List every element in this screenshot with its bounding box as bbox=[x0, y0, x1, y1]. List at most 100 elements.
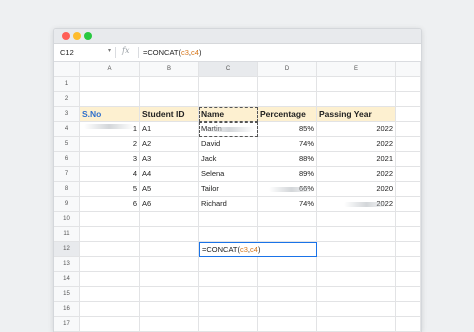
row-number[interactable]: 9 bbox=[54, 197, 80, 212]
column-header-c[interactable]: C bbox=[199, 62, 258, 77]
cell-percentage[interactable]: 74% bbox=[258, 137, 317, 152]
cell-percentage[interactable]: 85% bbox=[258, 122, 317, 137]
cell[interactable] bbox=[258, 212, 317, 227]
row-number[interactable]: 5 bbox=[54, 137, 80, 152]
cell[interactable] bbox=[80, 242, 140, 257]
row-number[interactable]: 15 bbox=[54, 287, 80, 302]
cell[interactable] bbox=[396, 302, 421, 317]
cell[interactable] bbox=[199, 302, 258, 317]
cell[interactable] bbox=[258, 287, 317, 302]
cell-passing-year[interactable]: 2020 bbox=[317, 182, 396, 197]
cell[interactable] bbox=[140, 227, 199, 242]
cell-name[interactable]: Tailor bbox=[199, 182, 258, 197]
cell-passing-year[interactable]: 2022 bbox=[317, 197, 396, 212]
formula-input[interactable]: =CONCAT(c3,c4) bbox=[143, 48, 201, 57]
cell[interactable] bbox=[396, 92, 421, 107]
cell[interactable] bbox=[140, 302, 199, 317]
maximize-window-button[interactable] bbox=[84, 32, 92, 40]
cell-percentage[interactable]: 89% bbox=[258, 167, 317, 182]
cell[interactable] bbox=[199, 272, 258, 287]
cell[interactable] bbox=[317, 77, 396, 92]
cell-passing-year[interactable]: 2022 bbox=[317, 122, 396, 137]
row-number[interactable]: 10 bbox=[54, 212, 80, 227]
cell[interactable] bbox=[396, 197, 421, 212]
cell-sno[interactable]: 3 bbox=[80, 152, 140, 167]
cell[interactable] bbox=[258, 272, 317, 287]
cell[interactable] bbox=[396, 287, 421, 302]
row-number[interactable]: 17 bbox=[54, 317, 80, 332]
column-header-a[interactable]: A bbox=[80, 62, 140, 77]
cell[interactable] bbox=[317, 287, 396, 302]
cell[interactable] bbox=[199, 92, 258, 107]
header-percentage[interactable]: Percentage bbox=[258, 107, 317, 122]
cell[interactable] bbox=[80, 272, 140, 287]
cell[interactable] bbox=[80, 77, 140, 92]
cell[interactable] bbox=[140, 257, 199, 272]
cell[interactable] bbox=[140, 272, 199, 287]
cell[interactable] bbox=[396, 137, 421, 152]
row-number[interactable]: 4 bbox=[54, 122, 80, 137]
cell-sno[interactable]: 1 bbox=[80, 122, 140, 137]
cell[interactable] bbox=[80, 317, 140, 332]
cell[interactable] bbox=[317, 227, 396, 242]
row-number[interactable]: 11 bbox=[54, 227, 80, 242]
cell[interactable] bbox=[317, 92, 396, 107]
cell[interactable] bbox=[317, 242, 396, 257]
cell[interactable] bbox=[396, 212, 421, 227]
cell-sno[interactable]: 4 bbox=[80, 167, 140, 182]
cell-student-id[interactable]: A4 bbox=[140, 167, 199, 182]
cell[interactable] bbox=[80, 257, 140, 272]
cell[interactable] bbox=[258, 302, 317, 317]
cell-name[interactable]: Martin bbox=[199, 122, 258, 137]
cell[interactable] bbox=[396, 182, 421, 197]
cell[interactable] bbox=[140, 242, 199, 257]
cell-name[interactable]: Richard bbox=[199, 197, 258, 212]
cell[interactable] bbox=[140, 212, 199, 227]
cell[interactable] bbox=[258, 77, 317, 92]
cell[interactable] bbox=[317, 317, 396, 332]
row-number[interactable]: 8 bbox=[54, 182, 80, 197]
cell[interactable] bbox=[317, 302, 396, 317]
cell[interactable] bbox=[199, 317, 258, 332]
cell-percentage[interactable]: 66% bbox=[258, 182, 317, 197]
cell[interactable] bbox=[258, 227, 317, 242]
cell[interactable] bbox=[396, 317, 421, 332]
header-name[interactable]: Name bbox=[199, 107, 258, 122]
cell[interactable] bbox=[317, 212, 396, 227]
cell-student-id[interactable]: A2 bbox=[140, 137, 199, 152]
cell[interactable] bbox=[140, 77, 199, 92]
cell[interactable] bbox=[396, 107, 421, 122]
row-number[interactable]: 12 bbox=[54, 242, 80, 257]
select-all-corner[interactable] bbox=[54, 62, 80, 77]
row-number[interactable]: 16 bbox=[54, 302, 80, 317]
cell[interactable] bbox=[396, 167, 421, 182]
cell[interactable] bbox=[396, 77, 421, 92]
row-number[interactable]: 2 bbox=[54, 92, 80, 107]
cell-passing-year[interactable]: 2022 bbox=[317, 137, 396, 152]
cell-passing-year[interactable]: 2021 bbox=[317, 152, 396, 167]
cell[interactable] bbox=[396, 272, 421, 287]
cell[interactable] bbox=[80, 302, 140, 317]
header-student-id[interactable]: Student ID bbox=[140, 107, 199, 122]
cell[interactable] bbox=[199, 287, 258, 302]
row-number[interactable]: 3 bbox=[54, 107, 80, 122]
cell[interactable] bbox=[317, 272, 396, 287]
cell[interactable] bbox=[140, 287, 199, 302]
name-box[interactable]: C12 bbox=[60, 48, 74, 57]
row-number[interactable]: 7 bbox=[54, 167, 80, 182]
cell[interactable] bbox=[396, 122, 421, 137]
cell-percentage[interactable]: 74% bbox=[258, 197, 317, 212]
column-header-d[interactable]: D bbox=[258, 62, 317, 77]
cell-student-id[interactable]: A5 bbox=[140, 182, 199, 197]
cell[interactable] bbox=[80, 227, 140, 242]
active-cell-editor[interactable]: =CONCAT(c3,c4) bbox=[199, 242, 317, 257]
chevron-down-icon[interactable]: ▾ bbox=[108, 47, 111, 54]
cell[interactable] bbox=[317, 257, 396, 272]
cell-sno[interactable]: 6 bbox=[80, 197, 140, 212]
cell[interactable] bbox=[199, 77, 258, 92]
cell[interactable] bbox=[80, 212, 140, 227]
column-header-b[interactable]: B bbox=[140, 62, 199, 77]
cell-sno[interactable]: 2 bbox=[80, 137, 140, 152]
cell-passing-year[interactable]: 2022 bbox=[317, 167, 396, 182]
cell[interactable] bbox=[199, 227, 258, 242]
